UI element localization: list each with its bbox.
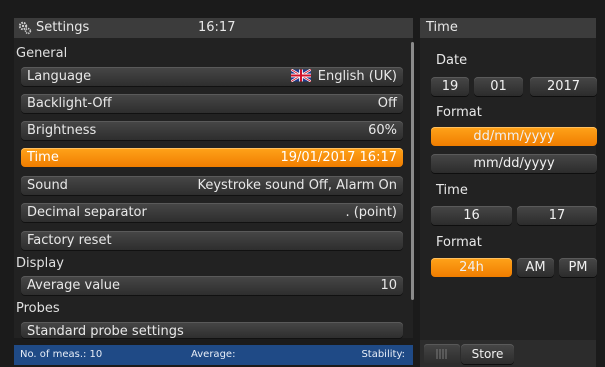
uk-flag-icon (290, 69, 311, 82)
year-field[interactable]: 2017 (530, 77, 597, 96)
standard-probe-row[interactable]: Standard probe settings (21, 322, 403, 338)
date-format-mmddyyyy-button[interactable]: mm/dd/yyyy (431, 154, 597, 173)
brightness-value: 60% (368, 123, 397, 138)
backlight-value: Off (377, 96, 397, 111)
hour-field[interactable]: 16 (431, 206, 512, 225)
time-format-label: Format (436, 235, 482, 250)
time-format-am-button[interactable]: AM (517, 258, 554, 277)
status-average: Average: (191, 349, 236, 360)
time-label: Time (27, 150, 59, 165)
sound-value: Keystroke sound Off, Alarm On (197, 178, 397, 193)
gear-icon (18, 21, 32, 35)
month-field[interactable]: 01 (474, 77, 523, 96)
language-value: English (UK) (317, 69, 397, 84)
day-field[interactable]: 19 (431, 77, 469, 96)
time-format-pm-button[interactable]: PM (559, 258, 597, 277)
status-bar: No. of meas.: 10 Average: Stability: (14, 345, 413, 365)
time-label: Time (436, 183, 468, 198)
minute-field[interactable]: 17 (517, 206, 597, 225)
decimal-separator-value: . (point) (345, 205, 397, 220)
store-button[interactable]: Store (461, 344, 514, 364)
backlight-row[interactable]: Backlight-Off Off (21, 94, 403, 113)
settings-title: Settings (36, 20, 90, 35)
decimal-separator-label: Decimal separator (27, 205, 147, 220)
time-panel-header: Time (420, 18, 596, 38)
average-value-value: 10 (380, 278, 397, 293)
average-value-row[interactable]: Average value 10 (21, 276, 403, 295)
factory-reset-row[interactable]: Factory reset (21, 231, 403, 250)
language-label: Language (27, 69, 92, 84)
brightness-row[interactable]: Brightness 60% (21, 121, 403, 140)
time-row[interactable]: Time 19/01/2017 16:17 (21, 148, 403, 167)
time-format-24h-button[interactable]: 24h (431, 258, 512, 277)
decimal-separator-row[interactable]: Decimal separator . (point) (21, 203, 403, 222)
list-scrollbar[interactable] (411, 42, 414, 300)
date-format-ddmmyyyy-button[interactable]: dd/mm/yyyy (431, 127, 597, 146)
menu-button[interactable] (424, 344, 460, 364)
date-format-label: Format (436, 105, 482, 120)
sound-label: Sound (27, 178, 68, 193)
header-clock: 16:17 (198, 20, 236, 35)
language-row[interactable]: Language English (UK) (21, 67, 403, 86)
brightness-label: Brightness (27, 123, 97, 138)
section-general: General (16, 46, 68, 61)
date-label: Date (436, 53, 468, 68)
time-value: 19/01/2017 16:17 (280, 150, 397, 165)
factory-reset-label: Factory reset (27, 233, 112, 248)
backlight-label: Backlight-Off (27, 96, 112, 111)
status-meas-count: No. of meas.: 10 (20, 349, 103, 360)
standard-probe-label: Standard probe settings (27, 324, 184, 338)
language-value-wrap: English (UK) (290, 67, 397, 86)
status-stability: Stability: (361, 349, 405, 360)
menu-lines-icon (436, 349, 447, 359)
settings-header: Settings 16:17 (14, 18, 413, 38)
section-display: Display (16, 256, 64, 271)
sound-row[interactable]: Sound Keystroke sound Off, Alarm On (21, 176, 403, 195)
average-value-label: Average value (27, 278, 121, 293)
section-probes: Probes (16, 301, 60, 316)
time-panel-title: Time (426, 20, 458, 35)
